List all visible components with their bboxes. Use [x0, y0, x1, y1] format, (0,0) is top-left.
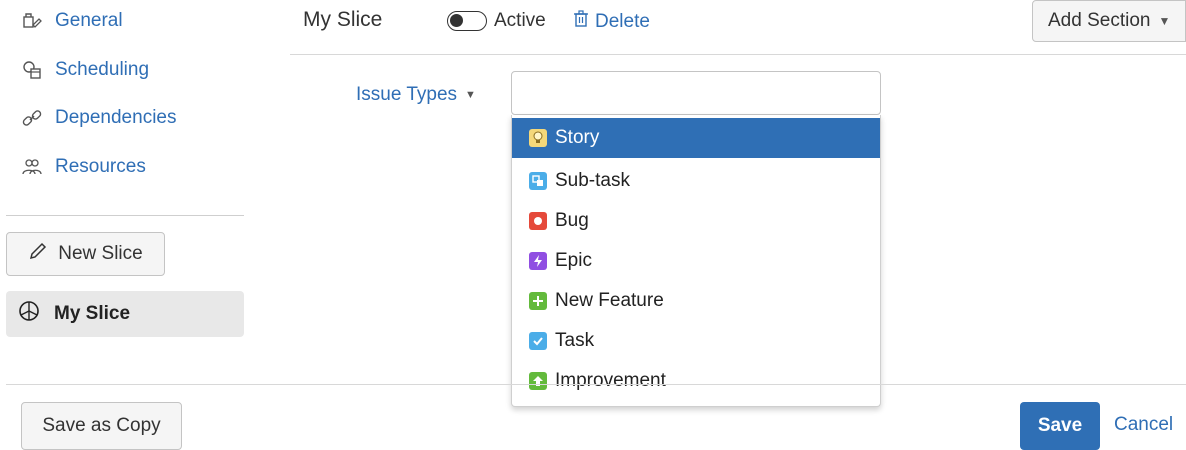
save-as-copy-button[interactable]: Save as Copy: [21, 402, 182, 450]
sidebar-item-label: General: [55, 10, 123, 31]
delete-button[interactable]: Delete: [573, 10, 650, 34]
toggle-label: Active: [494, 10, 546, 31]
caret-down-icon: ▼: [1158, 14, 1171, 28]
delete-label: Delete: [595, 11, 650, 32]
option-label: Bug: [555, 210, 589, 231]
option-new-feature[interactable]: New Feature: [512, 281, 880, 321]
slice-label: My Slice: [54, 303, 131, 324]
checkmark-icon: [529, 332, 547, 350]
slice-pie-icon: [18, 300, 40, 328]
arrow-up-icon: [529, 372, 547, 390]
sub-task-icon: [529, 172, 547, 190]
issue-types-input[interactable]: [511, 71, 881, 115]
option-label: New Feature: [555, 290, 664, 311]
sidebar-item-label: Scheduling: [55, 59, 150, 80]
option-label: Sub-task: [555, 170, 630, 191]
caret-down-icon: ▼: [465, 89, 476, 101]
option-label: Story: [555, 127, 600, 148]
sidebar-item-label: Dependencies: [55, 107, 177, 128]
sidebar-item-label: Resources: [55, 156, 146, 177]
story-icon: [529, 129, 547, 147]
option-improvement[interactable]: Improvement: [512, 361, 880, 401]
trash-icon: [573, 10, 589, 34]
epic-lightning-icon: [529, 252, 547, 270]
new-slice-label: New Slice: [58, 243, 143, 264]
active-toggle[interactable]: [447, 11, 487, 31]
people-icon: [21, 156, 43, 178]
issue-types-label-text: Issue Types: [356, 84, 458, 105]
option-epic[interactable]: Epic: [512, 241, 880, 281]
issue-types-label[interactable]: Issue Types ▼: [356, 84, 476, 106]
bug-icon: [529, 212, 547, 230]
sidebar-item-my-slice[interactable]: My Slice: [6, 291, 244, 337]
issue-types-dropdown: Story Sub-task Bug Epic New Feature Task: [511, 115, 881, 407]
save-button[interactable]: Save: [1020, 402, 1100, 450]
option-task[interactable]: Task: [512, 321, 880, 361]
sidebar-item-general[interactable]: General: [21, 7, 123, 35]
scheduling-icon: [21, 59, 43, 81]
option-bug[interactable]: Bug: [512, 201, 880, 241]
add-section-label: Add Section: [1048, 10, 1151, 31]
option-story[interactable]: Story: [512, 118, 880, 158]
footer-divider: [6, 384, 1186, 385]
cancel-link[interactable]: Cancel: [1114, 414, 1173, 436]
save-label: Save: [1037, 415, 1083, 436]
save-as-copy-label: Save as Copy: [42, 415, 161, 436]
option-sub-task[interactable]: Sub-task: [512, 161, 880, 201]
pencil-icon: [28, 241, 48, 267]
sidebar-item-scheduling[interactable]: Scheduling: [21, 56, 149, 84]
header-divider: [290, 54, 1186, 55]
new-slice-button[interactable]: New Slice: [6, 232, 165, 276]
option-label: Improvement: [555, 370, 666, 391]
general-settings-icon: [21, 10, 43, 32]
sidebar-item-dependencies[interactable]: Dependencies: [21, 104, 176, 132]
sidebar-item-resources[interactable]: Resources: [21, 153, 146, 181]
option-label: Task: [555, 330, 595, 351]
toggle-knob: [450, 14, 463, 27]
page-title: My Slice: [303, 8, 383, 31]
plus-icon: [529, 292, 547, 310]
link-icon: [21, 107, 43, 129]
sidebar-divider: [6, 215, 244, 216]
add-section-button[interactable]: Add Section ▼: [1032, 0, 1186, 42]
option-label: Epic: [555, 250, 592, 271]
